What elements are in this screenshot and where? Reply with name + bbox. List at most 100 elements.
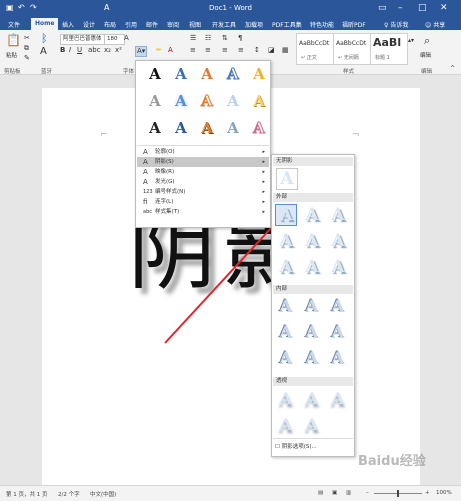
share-button[interactable]: ☺ 共享 [425, 20, 445, 29]
tab-references[interactable]: 引用 [125, 20, 137, 29]
shading-icon[interactable]: ◪ [268, 46, 275, 55]
underline-icon[interactable]: U [77, 46, 82, 55]
shadow-outer-2[interactable]: A [302, 205, 322, 225]
minimize-icon[interactable]: – [398, 3, 403, 13]
shadow-inner-2[interactable]: A [302, 297, 322, 317]
menu-item-shadow[interactable]: A 阴影(S) ▸ [137, 157, 269, 167]
effect-preset-6[interactable]: A [145, 92, 165, 110]
tab-insert[interactable]: 插入 [62, 20, 74, 29]
bluetooth-icon[interactable]: ᛒ [41, 33, 48, 44]
shadow-outer-4[interactable]: A [276, 231, 296, 251]
italic-icon[interactable]: I [69, 46, 71, 55]
tab-features[interactable]: 特色功能 [310, 20, 334, 29]
help-search[interactable]: ♀ 告诉我 [384, 20, 408, 29]
menu-item-ligatures[interactable]: fi 连字(L) ▸ [137, 197, 269, 207]
tab-home[interactable]: Home [31, 18, 59, 30]
ribbon-display-icon[interactable]: ▭ [378, 3, 387, 13]
read-mode-icon[interactable]: ▤ [318, 490, 323, 496]
tab-review[interactable]: 审阅 [167, 20, 179, 29]
shadow-outer-8[interactable]: A [302, 257, 322, 277]
shadow-outer-6[interactable]: A [328, 231, 348, 251]
superscript-icon[interactable]: x² [115, 46, 122, 55]
shadow-perspective-3[interactable]: A [327, 390, 349, 409]
maximize-icon[interactable]: □ [418, 3, 427, 13]
close-icon[interactable]: ✕ [440, 3, 448, 13]
shadow-inner-7[interactable]: A [276, 349, 296, 369]
print-layout-icon[interactable]: ▣ [332, 490, 337, 496]
effect-preset-11[interactable]: A [145, 119, 165, 137]
effect-preset-5[interactable]: A [249, 65, 269, 83]
shadow-perspective-2[interactable]: A [301, 390, 323, 409]
effect-preset-1[interactable]: A [145, 65, 165, 83]
word-count[interactable]: 2/2 个字 [58, 490, 80, 498]
shadow-outer-5[interactable]: A [302, 231, 322, 251]
menu-item-number-style[interactable]: 123 编号样式(N) ▸ [137, 187, 269, 197]
web-layout-icon[interactable]: ▥ [346, 490, 351, 496]
effect-preset-15[interactable]: A [249, 119, 269, 138]
tab-layout[interactable]: 布局 [104, 20, 116, 29]
show-marks-icon[interactable]: ¶ [238, 34, 242, 43]
highlight-icon[interactable]: ✏ [156, 46, 162, 55]
effect-preset-8[interactable]: A [197, 92, 217, 111]
paste-button[interactable]: 粘贴 [6, 52, 17, 61]
shadow-inner-5[interactable]: A [302, 323, 322, 343]
tab-addins[interactable]: 加载项 [245, 20, 263, 29]
shadow-perspective-1[interactable]: A [275, 390, 297, 409]
tab-view[interactable]: 视图 [189, 20, 201, 29]
sort-icon[interactable]: ⇅ [222, 34, 228, 43]
styles-scroll-icon[interactable]: ▴▾ [408, 36, 414, 45]
align-right-icon[interactable]: ≡ [222, 46, 228, 55]
tab-developer[interactable]: 开发工具 [212, 20, 236, 29]
effect-preset-3[interactable]: A [197, 65, 217, 83]
effect-preset-10[interactable]: A [249, 92, 269, 110]
effect-preset-9[interactable]: A [223, 92, 243, 110]
shadow-outer-3[interactable]: A [328, 205, 348, 225]
effect-preset-14[interactable]: A [223, 119, 243, 137]
text-icon[interactable]: A [40, 47, 47, 57]
effect-preset-7[interactable]: A [171, 92, 191, 110]
language-status[interactable]: 中文(中国) [90, 490, 116, 498]
shadow-inner-6[interactable]: A [328, 323, 348, 343]
shadow-perspective-5[interactable]: A [301, 416, 323, 435]
menu-item-glow[interactable]: A 发光(G) ▸ [137, 177, 269, 187]
shadow-outer-9[interactable]: A [328, 257, 348, 277]
menu-item-outline[interactable]: A 轮廓(O) ▸ [137, 147, 269, 157]
bold-icon[interactable]: B [60, 46, 65, 55]
shadow-options-item[interactable]: ☐ 阴影选项(S)... [275, 442, 351, 452]
zoom-out-icon[interactable]: – [366, 490, 369, 496]
copy-icon[interactable]: ⧉ [24, 44, 29, 53]
paste-icon[interactable]: 📋 [6, 34, 21, 46]
align-left-icon[interactable]: ≡ [190, 46, 196, 55]
subscript-icon[interactable]: x₂ [104, 46, 111, 55]
shadow-none-swatch[interactable]: A [276, 168, 298, 190]
zoom-in-icon[interactable]: + [425, 490, 430, 496]
numbering-icon[interactable]: ☷ [205, 34, 211, 43]
style-heading-1[interactable]: AaBl 标题 1 [370, 33, 408, 65]
font-color-icon[interactable]: A [168, 46, 173, 55]
tab-file[interactable]: 文件 [8, 20, 20, 29]
tab-pdf-tools[interactable]: PDF工具集 [272, 20, 302, 29]
menu-item-stylistic-sets[interactable]: abc 样式集(T) ▸ [137, 207, 269, 217]
font-name-box[interactable]: 阿里巴巴普惠体 [60, 34, 106, 45]
shadow-inner-4[interactable]: A [276, 323, 296, 343]
effect-preset-4[interactable]: A [223, 65, 243, 84]
effect-preset-2[interactable]: A [171, 65, 191, 83]
shadow-inner-1[interactable]: A [276, 297, 296, 317]
zoom-level[interactable]: 100% [436, 490, 452, 496]
strikethrough-icon[interactable]: abc [88, 46, 101, 55]
cut-icon[interactable]: ✂ [24, 34, 30, 43]
style-normal[interactable]: AaBbCcDt ↵ 正文 [296, 33, 334, 65]
edit-button[interactable]: 编辑 [420, 52, 431, 61]
effect-preset-12[interactable]: A [171, 119, 191, 137]
shadow-inner-8[interactable]: A [302, 349, 322, 369]
tab-design[interactable]: 设计 [83, 20, 95, 29]
shadow-outer-7[interactable]: A [276, 257, 296, 277]
tab-mailings[interactable]: 邮件 [146, 20, 158, 29]
page-count[interactable]: 第 1 页，共 1 页 [6, 490, 48, 498]
style-no-spacing[interactable]: AaBbCcDt ↵ 无间隔 [333, 33, 371, 65]
shadow-outer-1[interactable]: A [275, 204, 297, 226]
tab-foxit-pdf[interactable]: 福昕PDF [342, 20, 366, 29]
shadow-perspective-4[interactable]: A [275, 416, 297, 435]
borders-icon[interactable]: ▦ [282, 46, 289, 55]
font-size-box[interactable]: 180 [104, 34, 125, 45]
